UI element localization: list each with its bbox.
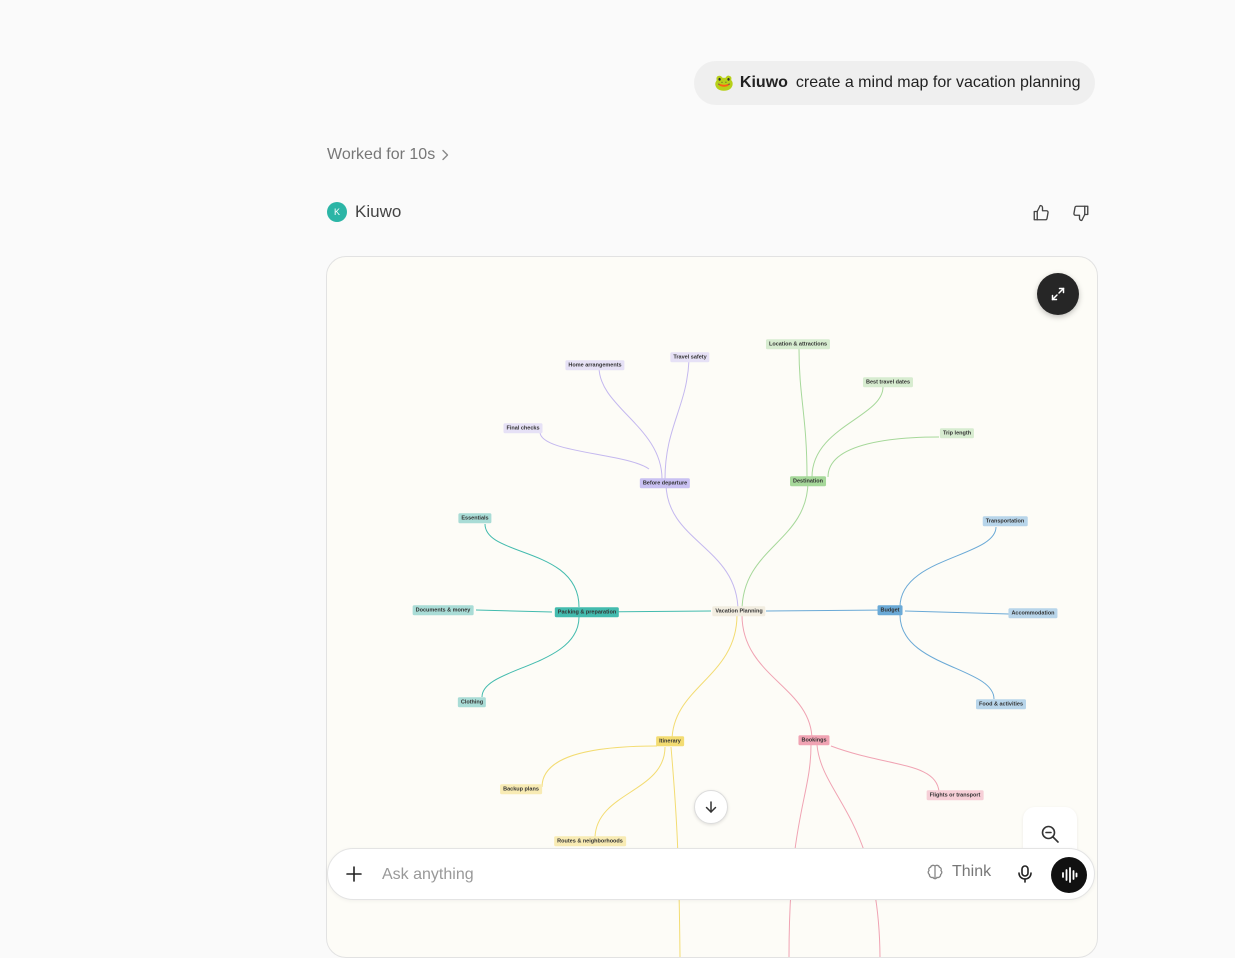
assistant-name: Kiuwo: [355, 202, 402, 221]
mindmap-node[interactable]: Documents & money: [412, 605, 474, 615]
chat-input[interactable]: [380, 862, 884, 888]
voice-mode-button[interactable]: [1051, 857, 1087, 893]
avatar: K: [327, 202, 347, 222]
mindmap-node[interactable]: Food & activities: [975, 699, 1027, 709]
microphone-icon[interactable]: [1016, 864, 1034, 884]
brain-icon: [927, 864, 943, 880]
mindmap-node[interactable]: Transportation: [982, 516, 1028, 526]
plus-icon[interactable]: [344, 864, 364, 884]
user-mention: Kiuwo: [739, 74, 788, 91]
assistant-header: K Kiuwo: [327, 202, 401, 222]
expand-icon: [1051, 287, 1065, 301]
thumbs-up-button[interactable]: [1031, 202, 1051, 224]
mindmap-node[interactable]: Itinerary: [656, 736, 684, 746]
mindmap-node[interactable]: Best travel dates: [862, 377, 914, 387]
composer-bar: Think: [327, 848, 1095, 900]
arrow-down-icon: [705, 801, 717, 813]
chevron-right-icon: [442, 149, 449, 161]
think-toggle[interactable]: Think: [926, 863, 991, 881]
mindmap-node[interactable]: Accommodation: [1008, 608, 1058, 618]
user-message-text: create a mind map for vacation planning: [795, 74, 1081, 91]
mindmap-node[interactable]: Trip length: [939, 428, 975, 438]
waveform-icon: [1062, 867, 1078, 883]
thumbs-down-icon: [1073, 205, 1089, 222]
worked-status-toggle[interactable]: Worked for 10s: [327, 146, 449, 164]
mindmap-root-node[interactable]: Vacation Planning: [712, 606, 766, 616]
zoom-out-icon: [1041, 825, 1059, 843]
mindmap-node[interactable]: Destination: [790, 476, 826, 486]
mindmap-node[interactable]: Travel safety: [670, 352, 710, 362]
worked-label: Worked for 10s: [327, 146, 436, 163]
mindmap-node[interactable]: Bookings: [798, 735, 830, 745]
mindmap-node[interactable]: Before departure: [639, 478, 691, 488]
thumbs-up-icon: [1033, 204, 1049, 221]
mindmap-node[interactable]: Routes & neighborhoods: [554, 836, 626, 846]
think-label: Think: [952, 863, 992, 880]
mindmap-node[interactable]: Essentials: [458, 513, 492, 523]
mindmap-node[interactable]: Flights or transport: [926, 790, 984, 800]
mindmap-node[interactable]: Backup plans: [500, 784, 542, 794]
scroll-down-button[interactable]: [694, 790, 728, 824]
mindmap-node[interactable]: Budget: [877, 605, 903, 615]
frog-icon: 🐸: [714, 75, 734, 92]
mindmap-node[interactable]: Home arrangements: [565, 360, 625, 370]
expand-button[interactable]: [1037, 273, 1079, 315]
thumbs-down-button[interactable]: [1071, 202, 1091, 224]
mindmap-node[interactable]: Final checks: [503, 423, 543, 433]
mindmap-node[interactable]: Location & attractions: [765, 339, 831, 349]
mindmap-node[interactable]: Clothing: [457, 697, 487, 707]
mindmap-node[interactable]: Packing & preparation: [554, 607, 620, 617]
user-message-bubble: 🐸 Kiuwo create a mind map for vacation p…: [694, 61, 1095, 105]
